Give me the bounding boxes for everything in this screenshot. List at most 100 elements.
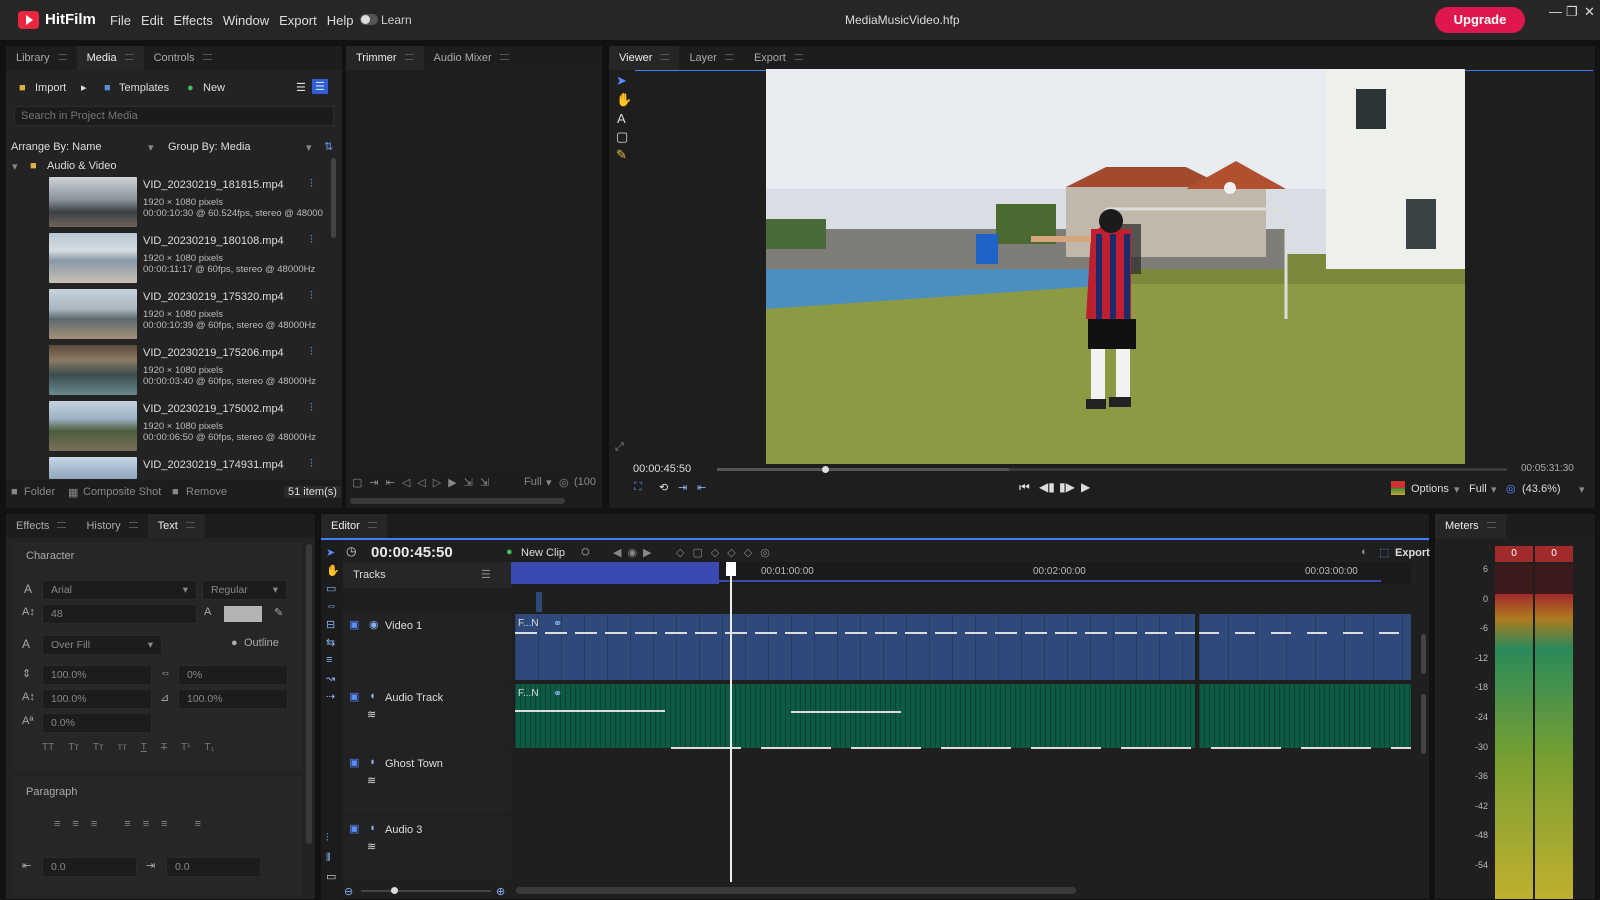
play-icon[interactable]: ▶ (1081, 480, 1090, 494)
waveform-icon[interactable]: ≋ (367, 840, 376, 853)
composite-shot-button[interactable]: Composite Shot (83, 486, 161, 498)
menu-file[interactable]: File (110, 13, 131, 28)
tab-effects[interactable]: Effects (6, 514, 76, 538)
font-dropdown[interactable]: Arial ▾ (42, 580, 197, 600)
folder-button[interactable]: Folder (24, 486, 55, 498)
video-clip[interactable] (1199, 614, 1411, 680)
sort-icon[interactable]: ⇅ (324, 140, 333, 153)
pen-tool-icon[interactable]: ✎ (616, 147, 627, 163)
step-forward-icon[interactable]: ▮▶ (1059, 480, 1075, 494)
resize-icon[interactable]: ⤢ (615, 441, 624, 454)
lock-icon[interactable]: ▣ (349, 756, 359, 769)
menu-effects[interactable]: Effects (173, 13, 213, 28)
skew-field[interactable]: 100.0% (178, 689, 288, 709)
import-button[interactable]: Import (35, 82, 66, 94)
speaker-icon[interactable]: ◖ (369, 822, 376, 834)
timeline-playhead[interactable] (730, 562, 732, 882)
list-view-icon[interactable]: ☰ (296, 81, 306, 94)
ripple-tool-icon[interactable]: ⊟ (326, 618, 335, 631)
options-button[interactable]: Options (1411, 483, 1449, 495)
audio-levels-icon[interactable]: ⫶ (310, 458, 313, 471)
minimize-icon[interactable]: — (1549, 4, 1562, 19)
zoom-in-icon[interactable]: ⊕ (496, 885, 505, 898)
step-back-icon[interactable]: ◀▮ (1039, 480, 1055, 494)
tab-layer[interactable]: Layer (679, 46, 744, 70)
link-icon[interactable]: ⚭ (553, 687, 562, 700)
trimmer-transport-icon[interactable]: ▢⇥⇤◁◁▷▶⇲⇲ (352, 476, 496, 489)
track-scrollbar[interactable] (1421, 634, 1426, 674)
clip-handle[interactable] (536, 592, 542, 612)
hand-tool-icon[interactable]: ✋ (326, 564, 340, 577)
tab-media[interactable]: Media (76, 46, 144, 70)
arrange-dropdown[interactable]: Arrange By: Name (11, 141, 101, 153)
rate-stretch-icon[interactable]: ≡ (326, 654, 332, 666)
select-tool-icon[interactable]: ➤ (616, 73, 627, 89)
underline-button[interactable]: T (141, 742, 147, 753)
clip-settings-icon[interactable]: ⛭ (581, 546, 590, 559)
outline-toggle[interactable]: Outline (244, 637, 279, 649)
subscript-button[interactable]: T₁ (204, 742, 213, 753)
speaker-icon[interactable]: ◖ (369, 756, 376, 768)
trimmer-quality[interactable]: Full (524, 476, 542, 488)
quality-dropdown[interactable]: Full (1469, 483, 1487, 495)
align-buttons[interactable]: ≡≡≡ ≡≡≡ ≡ (54, 818, 213, 830)
tab-audio-mixer[interactable]: Audio Mixer (424, 46, 519, 70)
audio-clip[interactable] (1199, 684, 1411, 748)
indent-left-field[interactable]: 0.0 (42, 857, 137, 877)
snap-icon[interactable]: ↝ (326, 672, 335, 685)
lock-icon[interactable]: ▣ (349, 822, 359, 835)
menu-export[interactable]: Export (279, 13, 317, 28)
templates-button[interactable]: Templates (119, 82, 169, 94)
new-clip-button[interactable]: New Clip (521, 547, 565, 559)
timeline-scrollbar[interactable] (516, 887, 1076, 894)
all-caps-button[interactable]: TT (42, 742, 54, 753)
strikethrough-button[interactable]: T (161, 742, 167, 753)
folder-audio-video[interactable]: Audio & Video (47, 160, 117, 172)
audio-levels-icon[interactable]: ⫶ (310, 234, 313, 247)
tracks-menu-icon[interactable]: ☰ (481, 568, 491, 581)
font-size-field[interactable]: 48 (42, 604, 197, 624)
marker-nav-icon[interactable]: ◀◉▶ (613, 546, 658, 559)
new-button[interactable]: New (203, 82, 225, 94)
search-input[interactable] (14, 106, 334, 126)
tab-export[interactable]: Export (744, 46, 813, 70)
tab-text[interactable]: Text (147, 514, 205, 538)
trimmer-zoom[interactable]: (100 (574, 476, 596, 488)
vertical-scale-field[interactable]: 100.0% (42, 665, 152, 685)
tab-viewer[interactable]: Viewer (609, 46, 680, 70)
close-icon[interactable]: ✕ (1584, 4, 1595, 20)
link-icon[interactable]: ⚭ (553, 617, 562, 630)
crop-tool-icon[interactable]: ▢ (616, 129, 628, 145)
track-name[interactable]: Audio 3 (385, 824, 422, 836)
visibility-icon[interactable]: ◉ (369, 618, 379, 631)
menu-window[interactable]: Window (223, 13, 269, 28)
track-height-icon[interactable]: ⫴ (326, 852, 331, 865)
tab-controls[interactable]: Controls (144, 46, 222, 70)
video-clip[interactable] (515, 614, 1195, 680)
video-preview[interactable] (766, 69, 1465, 464)
fill-dropdown[interactable]: Over Fill ▾ (42, 635, 162, 655)
learn-toggle[interactable] (360, 14, 378, 25)
tracking-field[interactable]: 0% (178, 665, 288, 685)
waveform-icon[interactable]: ≋ (367, 708, 376, 721)
select-tool-icon[interactable]: ➤ (326, 546, 335, 559)
menu-edit[interactable]: Edit (141, 13, 163, 28)
menu-help[interactable]: Help (327, 13, 354, 28)
horizontal-scale-field[interactable]: 100.0% (42, 689, 152, 709)
tab-meters[interactable]: Meters (1435, 514, 1506, 538)
text-color-swatch[interactable] (224, 606, 262, 622)
go-to-start-icon[interactable]: ⏮ (1019, 480, 1030, 495)
speaker-icon[interactable]: ◖ (369, 690, 376, 702)
razor-icon[interactable]: ⇢ (326, 690, 335, 703)
audio-levels-icon[interactable]: ⫶ (310, 346, 313, 359)
waveform-icon[interactable]: ≋ (367, 774, 376, 787)
set-out-icon[interactable]: ⇤ (697, 481, 706, 494)
small-caps-button[interactable]: Tт (68, 742, 79, 753)
zoom-dropdown[interactable]: (43.6%) (1522, 483, 1561, 495)
settings-icon[interactable]: ◐ (1361, 546, 1368, 558)
viewer-playhead[interactable] (822, 466, 830, 473)
indent-right-field[interactable]: 0.0 (166, 857, 261, 877)
export-button[interactable]: Export (1395, 547, 1430, 559)
track-size-icon[interactable]: ▭ (326, 870, 336, 883)
track-name[interactable]: Audio Track (385, 692, 443, 704)
